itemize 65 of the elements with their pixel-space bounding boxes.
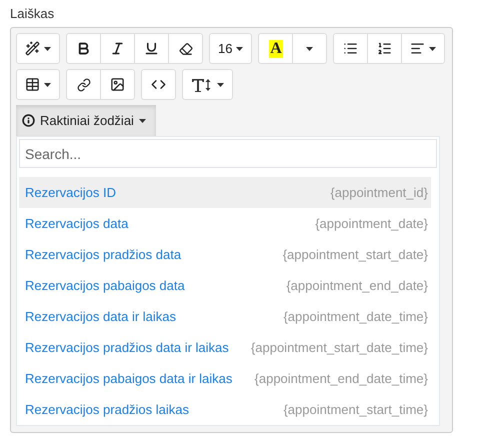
keyword-item[interactable]: Rezervacijos data ir laikas {appointment_date_time} xyxy=(19,301,431,332)
caret-icon xyxy=(429,46,436,50)
italic-button[interactable] xyxy=(100,33,135,64)
keyword-tag: {appointment_id} xyxy=(330,185,428,200)
highlighted-letter: A xyxy=(269,40,283,58)
link-icon xyxy=(76,78,90,92)
keyword-name: Rezervacijos pradžios laikas xyxy=(25,402,190,417)
bold-button[interactable] xyxy=(66,33,101,64)
keyword-name: Rezervacijos data xyxy=(25,216,128,231)
keyword-name: Rezervacijos pradžios data ir laikas xyxy=(25,340,229,355)
keyword-tag: {appointment_start_date_time} xyxy=(250,340,428,355)
keyword-item[interactable]: Rezervacijos pabaigos data {appointment_end_date} xyxy=(19,270,431,301)
numbered-list-icon xyxy=(377,41,392,56)
keyword-tag: {appointment_end_date_time} xyxy=(254,371,428,386)
keyword-name: Rezervacijos pabaigos data xyxy=(25,278,185,293)
keyword-item[interactable]: Rezervacijos pradžios laikas {appointment_start_time} xyxy=(19,394,431,425)
code-icon xyxy=(151,77,166,92)
caret-icon xyxy=(217,82,224,86)
keyword-item[interactable]: Rezervacijos pradžios data {appointment_start_date} xyxy=(19,239,431,270)
bulleted-list-button[interactable] xyxy=(333,33,368,64)
font-size-button[interactable]: 16 xyxy=(209,33,252,64)
numbered-list-button[interactable] xyxy=(367,33,402,64)
style-button[interactable] xyxy=(16,33,60,64)
image-icon xyxy=(110,77,125,92)
search-field[interactable]: Search... xyxy=(19,139,437,168)
keyword-name: Rezervacijos pradžios data xyxy=(25,247,182,262)
bold-icon xyxy=(76,41,91,56)
align-icon xyxy=(410,41,426,56)
link-button[interactable] xyxy=(66,69,101,100)
caret-icon xyxy=(44,46,51,50)
table-button[interactable] xyxy=(16,69,60,100)
clear-format-button[interactable] xyxy=(168,33,203,64)
keyword-item[interactable]: Rezervacijos data {appointment_date} xyxy=(19,208,431,239)
keyword-name: Rezervacijos pabaigos data ir laikas xyxy=(25,371,232,386)
line-height-button[interactable] xyxy=(182,69,233,100)
align-button[interactable] xyxy=(401,33,446,64)
keyword-name: Rezervacijos ID xyxy=(25,185,116,200)
table-icon xyxy=(25,77,40,92)
field-label: Laiškas xyxy=(10,5,56,23)
underline-button[interactable] xyxy=(134,33,169,64)
keyword-name: Rezervacijos data ir laikas xyxy=(25,309,176,324)
keyword-tag: {appointment_date_time} xyxy=(283,309,428,324)
code-view-button[interactable] xyxy=(141,69,176,100)
text-color-button[interactable]: A xyxy=(258,33,294,64)
italic-icon xyxy=(110,41,125,56)
keyword-tag: {appointment_date} xyxy=(315,216,428,231)
caret-icon xyxy=(306,46,314,50)
keyword-tag: {appointment_start_time} xyxy=(283,402,428,417)
caret-icon xyxy=(44,82,51,86)
keyword-tag: {appointment_start_date} xyxy=(282,247,428,262)
keyword-item[interactable]: Rezervacijos pradžios data ir laikas {appointment_start_date_time} xyxy=(19,332,431,363)
image-button[interactable] xyxy=(100,69,135,100)
info-icon xyxy=(22,114,35,127)
keyword-item[interactable]: Rezervacijos pabaigos data ir laikas {appointment_end_date_time} xyxy=(19,363,431,394)
eraser-icon xyxy=(178,42,192,56)
keywords-dropdown-button[interactable]: Raktiniai žodžiai xyxy=(16,105,156,136)
text-height-icon xyxy=(191,78,213,92)
caret-icon xyxy=(236,46,244,50)
keyword-item[interactable]: Rezervacijos ID {appointment_id} xyxy=(19,177,431,208)
underline-icon xyxy=(144,41,159,56)
caret-icon xyxy=(138,118,146,122)
magic-wand-icon xyxy=(25,41,40,56)
color-menu-button[interactable] xyxy=(292,33,328,64)
bulleted-list-icon xyxy=(343,41,358,56)
keyword-tag: {appointment_end_date} xyxy=(286,278,428,293)
